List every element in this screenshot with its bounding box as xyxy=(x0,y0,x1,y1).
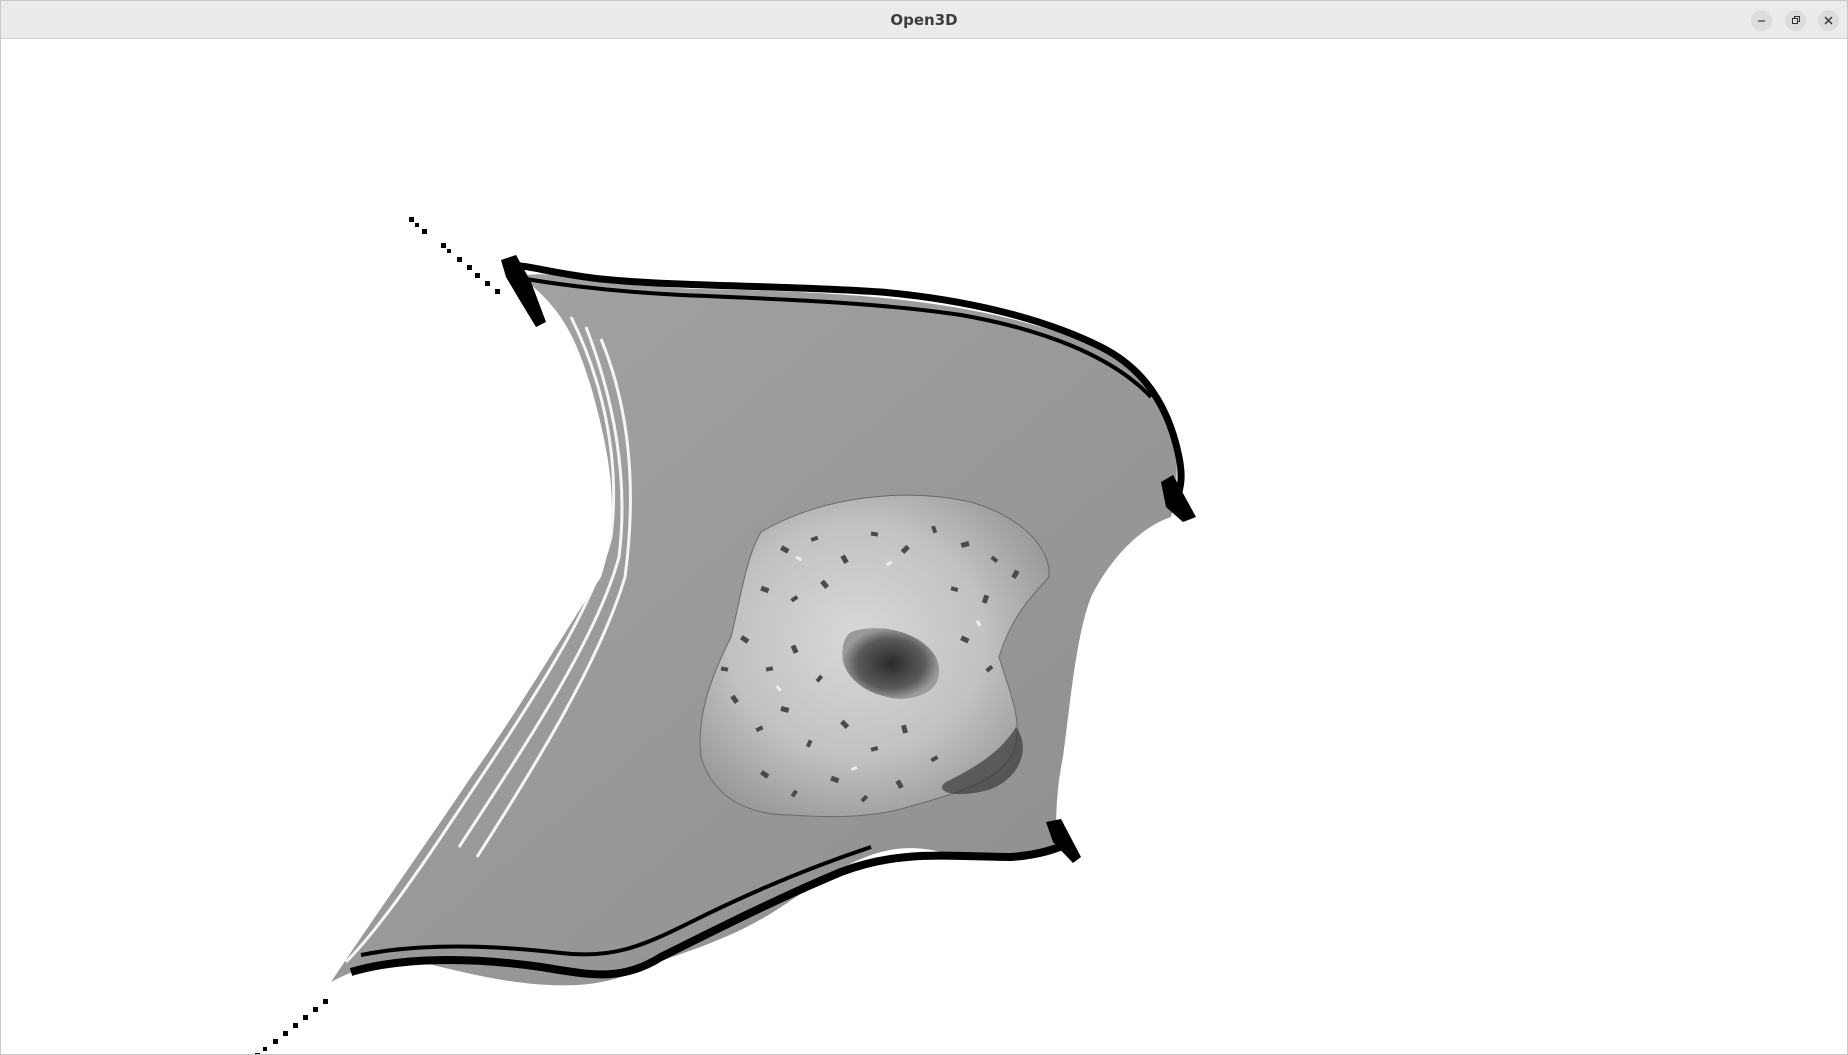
close-icon xyxy=(1824,16,1833,25)
3d-viewport[interactable] xyxy=(1,39,1847,1054)
open3d-window: Open3D xyxy=(0,0,1848,1055)
scatter-points-bottom-left xyxy=(255,999,328,1054)
title-bar[interactable]: Open3D xyxy=(1,1,1847,39)
point-cloud-render[interactable] xyxy=(1,39,1847,1054)
close-button[interactable] xyxy=(1818,10,1839,31)
minimize-icon xyxy=(1758,20,1765,22)
minimize-button[interactable] xyxy=(1751,10,1772,31)
window-title: Open3D xyxy=(890,11,958,29)
maximize-button[interactable] xyxy=(1785,10,1806,31)
maximize-icon xyxy=(1792,16,1800,24)
scatter-points-top-left xyxy=(409,217,500,294)
